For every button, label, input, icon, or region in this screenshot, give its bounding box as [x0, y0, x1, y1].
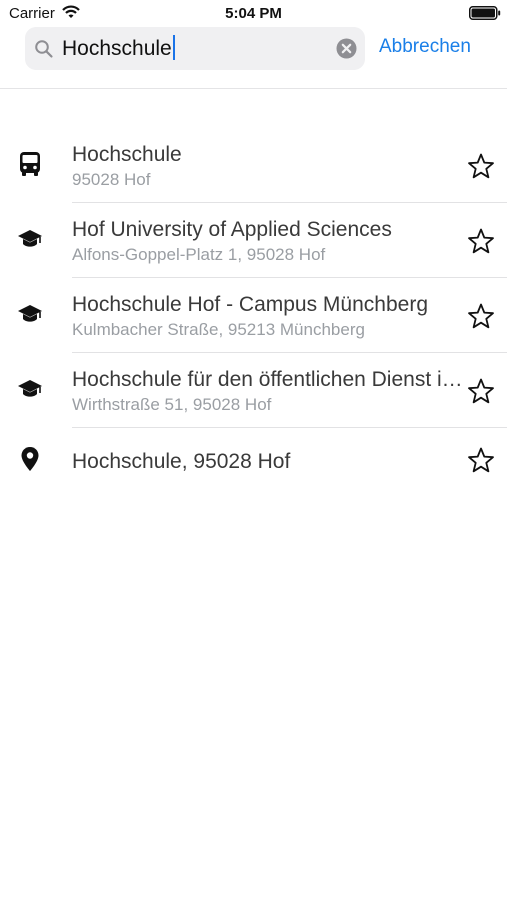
result-subtitle: Wirthstraße 51, 95028 Hof [72, 395, 272, 414]
star-outline-icon[interactable] [467, 446, 495, 474]
result-subtitle: 95028 Hof [72, 170, 151, 189]
result-row[interactable]: Hochschule für den öffentlichen Dienst i… [0, 353, 507, 428]
result-title: Hochschule, 95028 Hof [72, 450, 291, 473]
clear-icon[interactable] [336, 38, 357, 59]
result-row[interactable]: Hochschule, 95028 Hof [0, 428, 507, 503]
header-divider [0, 88, 507, 89]
search-bar[interactable]: Hochschule [25, 27, 365, 70]
graduation-cap-icon [18, 230, 42, 247]
star-outline-icon[interactable] [467, 227, 495, 255]
star-outline-icon[interactable] [467, 302, 495, 330]
search-icon [35, 40, 53, 58]
status-bar: Carrier 5:04 PM [0, 0, 507, 26]
result-row[interactable]: Hochschule Hof - Campus Münchberg Kulmba… [0, 278, 507, 353]
search-input-value: Hochschule [62, 37, 172, 60]
result-subtitle: Kulmbacher Straße, 95213 Münchberg [72, 320, 365, 339]
star-outline-icon[interactable] [467, 152, 495, 180]
result-title: Hochschule [72, 143, 182, 166]
results-list: Hochschule 95028 Hof Hof University of A… [0, 128, 507, 503]
battery-icon [469, 6, 501, 20]
text-caret [172, 35, 175, 61]
map-pin-icon [21, 447, 39, 471]
search-input[interactable]: Hochschule [62, 27, 175, 70]
bus-icon [20, 152, 40, 176]
result-title: Hof University of Applied Sciences [72, 218, 392, 241]
cancel-button[interactable]: Abbrechen [379, 36, 471, 58]
result-subtitle: Alfons-Goppel-Platz 1, 95028 Hof [72, 245, 326, 264]
result-row[interactable]: Hochschule 95028 Hof [0, 128, 507, 203]
result-row[interactable]: Hof University of Applied Sciences Alfon… [0, 203, 507, 278]
star-outline-icon[interactable] [467, 377, 495, 405]
status-time: 5:04 PM [225, 5, 282, 22]
result-title: Hochschule für den öffentlichen Dienst i… [72, 368, 467, 391]
graduation-cap-icon [18, 380, 42, 397]
result-title: Hochschule Hof - Campus Münchberg [72, 293, 428, 316]
graduation-cap-icon [18, 305, 42, 322]
